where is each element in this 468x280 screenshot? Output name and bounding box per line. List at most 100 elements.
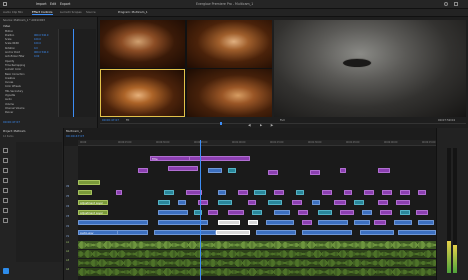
effect-row-value[interactable]: 100.0 <box>34 38 41 41</box>
timeline-clip[interactable] <box>362 210 372 215</box>
menu-export[interactable]: Export <box>60 2 70 6</box>
track-label[interactable]: V5 <box>66 195 69 198</box>
program-playhead[interactable] <box>220 122 222 125</box>
quality-dropdown[interactable]: Full <box>280 119 285 122</box>
timeline-timecode[interactable]: 00:00:47:07 <box>66 135 84 138</box>
timeline-clip[interactable] <box>302 220 312 225</box>
program-left-timecode[interactable]: 00:00:47:07 <box>102 119 119 122</box>
timeline-clip[interactable] <box>266 220 294 225</box>
timeline-clip[interactable] <box>248 220 258 225</box>
timeline-clip[interactable] <box>178 200 186 205</box>
timeline-clip[interactable] <box>158 200 170 205</box>
timeline-clip[interactable] <box>416 210 428 215</box>
timeline-clip[interactable] <box>268 170 278 175</box>
home-icon[interactable] <box>3 2 7 6</box>
program-monitor-tab[interactable]: Program: Multicam_1 <box>118 11 148 14</box>
tab-effect-controls[interactable]: Effect Controls <box>32 11 53 15</box>
timeline-clip[interactable] <box>322 190 332 195</box>
timeline-clip[interactable] <box>78 180 100 185</box>
timeline-clip[interactable] <box>218 200 232 205</box>
timeline-clip[interactable] <box>78 220 148 225</box>
effect-row-value[interactable]: 960.0 540.0 <box>34 34 48 37</box>
tab-source[interactable]: Source <box>86 11 96 14</box>
menu-edit[interactable]: Edit <box>50 2 56 6</box>
timeline-clip[interactable] <box>312 200 320 205</box>
timeline-clip-labeled[interactable]: Adjustment Layer <box>78 200 108 205</box>
timeline-clip-labeled[interactable]: Audio.wav <box>78 230 118 235</box>
track-label[interactable]: A1 <box>66 241 69 244</box>
fullscreen-icon[interactable] <box>454 2 458 6</box>
step-forward-icon[interactable]: |▶ <box>270 124 273 127</box>
timeline-clip-labeled[interactable]: Title <box>150 156 190 161</box>
timeline-clip[interactable] <box>208 168 222 173</box>
timeline-clip[interactable] <box>364 190 374 195</box>
track-label[interactable]: V3 <box>66 215 69 218</box>
timeline-clip[interactable] <box>298 210 308 215</box>
timeline-clip[interactable] <box>396 200 410 205</box>
timeline-clip[interactable] <box>302 230 352 235</box>
timeline-clip[interactable] <box>354 220 370 225</box>
timeline-clip[interactable] <box>252 210 262 215</box>
timeline-clip[interactable] <box>394 220 412 225</box>
timeline-clip[interactable] <box>256 230 296 235</box>
timeline-clip[interactable] <box>216 230 250 235</box>
pen-icon[interactable] <box>3 198 8 203</box>
timeline-clip[interactable] <box>378 200 388 205</box>
project-label[interactable]: Project: Multicam <box>3 130 25 134</box>
timeline-clip[interactable] <box>382 190 392 195</box>
timeline-clip[interactable] <box>228 168 236 173</box>
camera-angle-3-active[interactable] <box>100 69 185 117</box>
timeline-clip[interactable] <box>254 190 266 195</box>
selection-tool-icon[interactable] <box>3 148 8 153</box>
timeline-clip[interactable] <box>158 210 188 215</box>
type-icon[interactable] <box>3 218 8 223</box>
help-icon[interactable] <box>444 2 448 6</box>
timeline-clip[interactable] <box>378 168 390 173</box>
timeline-clip[interactable] <box>274 210 290 215</box>
program-frame[interactable] <box>274 20 466 117</box>
new-item-icon[interactable] <box>3 268 9 274</box>
timeline-clip[interactable] <box>334 200 346 205</box>
effect-playhead[interactable] <box>73 29 74 117</box>
timeline-clip[interactable] <box>154 230 216 235</box>
timeline-clip[interactable] <box>398 230 436 235</box>
play-icon[interactable]: ▶ <box>260 124 262 127</box>
camera-angle-4[interactable] <box>187 69 272 117</box>
step-back-icon[interactable]: ◀| <box>248 124 251 127</box>
timeline-clip[interactable] <box>78 190 92 195</box>
effect-row-value[interactable]: 960.0 540.0 <box>34 51 48 54</box>
timeline-clip[interactable] <box>292 200 302 205</box>
sequence-tab[interactable]: Multicam_1 <box>66 130 82 133</box>
timeline-clip[interactable] <box>340 210 354 215</box>
timeline-clip[interactable] <box>400 190 410 195</box>
timeline-clip[interactable] <box>274 190 284 195</box>
timeline-clip[interactable] <box>208 210 218 215</box>
effect-row-value[interactable]: 0.0 <box>34 47 38 50</box>
timeline-clip[interactable] <box>138 168 148 173</box>
timeline-clip[interactable] <box>374 220 386 225</box>
timeline-clip[interactable] <box>228 210 244 215</box>
camera-angle-2[interactable] <box>187 20 272 68</box>
multicam-grid[interactable] <box>100 20 272 117</box>
timeline-clip-labeled[interactable]: Adjustment Layer <box>78 210 108 215</box>
razor-icon[interactable] <box>3 178 8 183</box>
timeline-clip[interactable] <box>218 220 240 225</box>
camera-angle-1[interactable] <box>100 20 185 68</box>
effect-timecode[interactable]: 00:00:47:07 <box>3 121 20 124</box>
menu-import[interactable]: Import <box>36 2 47 6</box>
tab-audio-clip-mix[interactable]: Audio Clip Mix <box>3 11 23 14</box>
track-label[interactable]: A3 <box>66 259 69 262</box>
effect-row-value[interactable]: 100.0 <box>34 43 41 46</box>
fit-dropdown[interactable]: Fit <box>126 119 129 122</box>
track-label[interactable]: V1 <box>66 235 69 238</box>
track-select-icon[interactable] <box>3 158 8 163</box>
timeline-clip[interactable] <box>248 200 256 205</box>
effect-row-value[interactable]: 0.00 <box>34 55 39 58</box>
track-label[interactable]: V2 <box>66 225 69 228</box>
ripple-edit-icon[interactable] <box>3 168 8 173</box>
timeline-playhead[interactable] <box>200 140 201 280</box>
timeline-clip[interactable] <box>168 166 198 171</box>
slip-icon[interactable] <box>3 188 8 193</box>
timeline-clip[interactable] <box>400 210 410 215</box>
project-bin-area[interactable] <box>16 142 62 262</box>
